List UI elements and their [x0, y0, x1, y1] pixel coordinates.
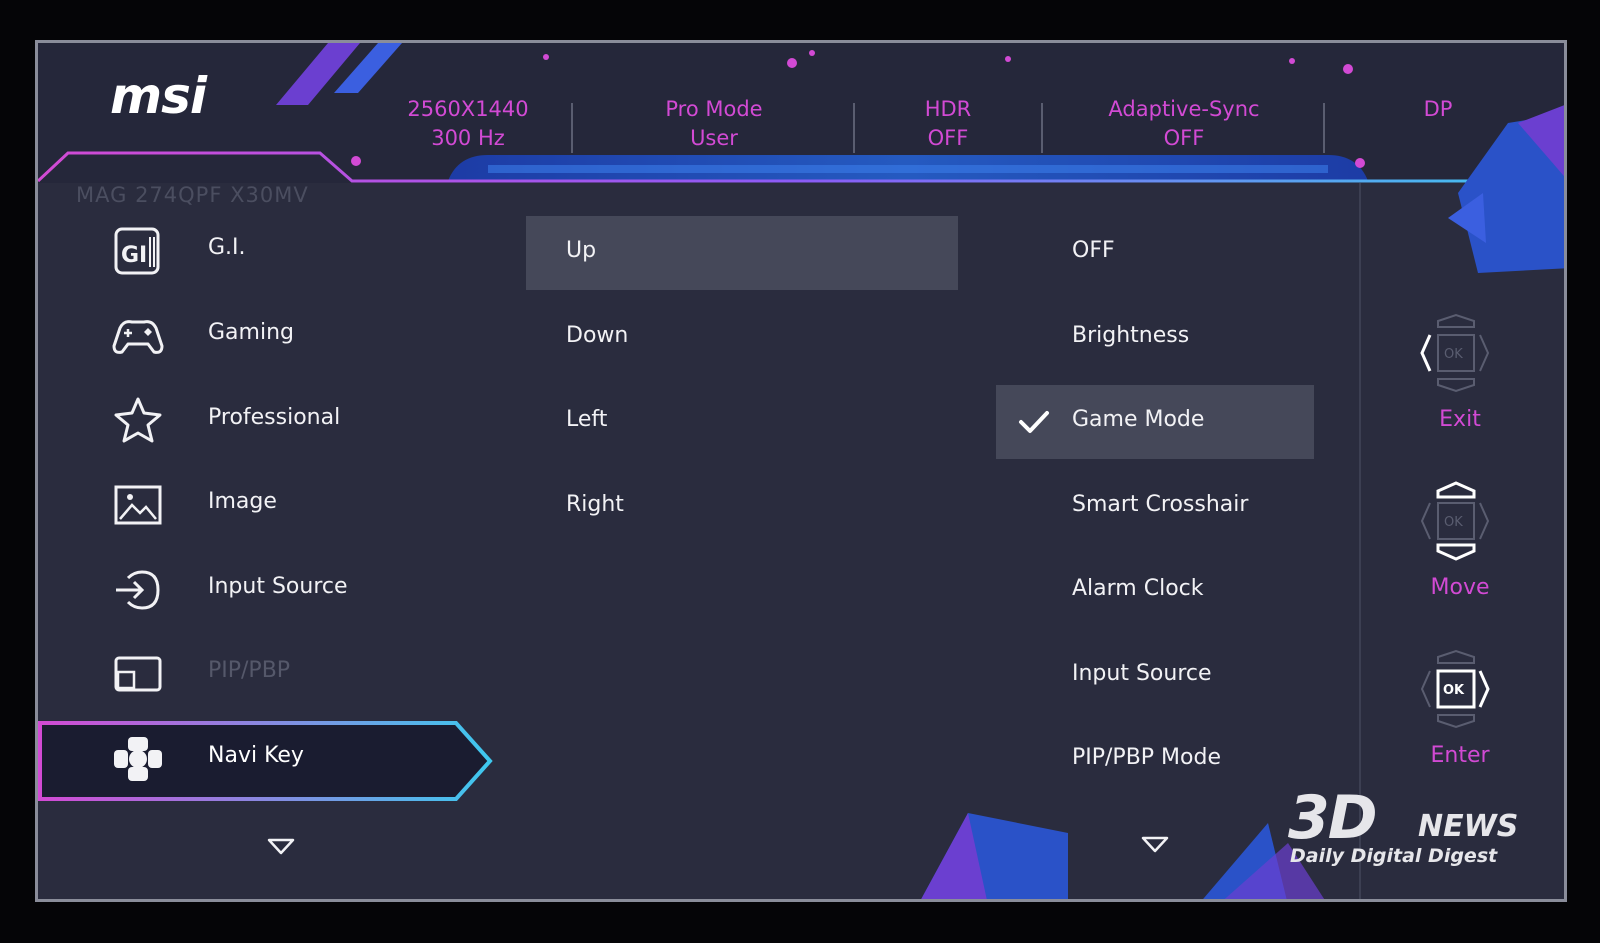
status-hdr: HDR OFF	[888, 95, 1008, 153]
svg-text:GI: GI	[121, 243, 147, 268]
model-name: MAG 274QPF X30MV	[76, 183, 309, 207]
menu-item-label: PIP/PBP	[208, 658, 291, 683]
status-mode-value: User	[690, 126, 738, 150]
option-input-source[interactable]: Input Source	[996, 639, 1314, 713]
joystick-press-icon: OK	[1420, 649, 1490, 729]
option-off[interactable]: OFF	[996, 216, 1314, 290]
nav-hint-label: Move	[1430, 575, 1490, 600]
option-label: PIP/PBP Mode	[1072, 745, 1221, 770]
option-label: Game Mode	[1072, 407, 1205, 432]
image-icon	[114, 485, 162, 525]
watermark-news: NEWS	[1418, 809, 1519, 844]
svg-text:OK: OK	[1444, 347, 1463, 362]
status-adaptive-sync-value: OFF	[1163, 126, 1205, 150]
status-resolution: 2560X1440 300 Hz	[398, 95, 538, 153]
osd-screen: msi 2560X1440 300 Hz Pro Mode User HDR O…	[35, 40, 1567, 902]
submenu-item-label: Left	[566, 407, 608, 432]
status-hdr-title: HDR	[924, 97, 972, 121]
menu-item-label: Gaming	[208, 320, 294, 345]
option-brightness[interactable]: Brightness	[996, 301, 1314, 375]
scroll-down-icon[interactable]	[266, 837, 296, 857]
menu-item-label: Professional	[208, 405, 341, 430]
menu-item-gaming[interactable]: Gaming	[74, 298, 494, 374]
option-label: Input Source	[1072, 661, 1212, 686]
menu-item-label: Input Source	[208, 574, 348, 599]
gamepad-icon	[112, 320, 164, 354]
status-adaptive-sync-title: Adaptive-Sync	[1108, 97, 1260, 121]
option-label: Brightness	[1072, 323, 1190, 348]
pip-icon	[114, 656, 162, 692]
status-resolution-value: 2560X1440	[407, 97, 529, 121]
checkmark-icon	[1019, 411, 1049, 433]
status-mode-title: Pro Mode	[665, 97, 763, 121]
menu-item-professional[interactable]: Professional	[74, 383, 494, 459]
option-label: Smart Crosshair	[1072, 492, 1249, 517]
status-input: DP	[1398, 95, 1478, 124]
status-input-value: DP	[1423, 97, 1453, 121]
submenu-item-label: Up	[566, 238, 597, 263]
menu-item-pip-pbp[interactable]: PIP/PBP	[74, 636, 494, 712]
status-adaptive-sync: Adaptive-Sync OFF	[1094, 95, 1274, 153]
joystick-updown-icon: OK	[1420, 481, 1490, 561]
gi-icon: GI	[114, 227, 160, 275]
submenu-item-label: Right	[566, 492, 624, 517]
menu-item-image[interactable]: Image	[74, 467, 494, 543]
menu-item-label: Image	[208, 489, 277, 514]
submenu-item-down[interactable]: Down	[526, 301, 958, 375]
menu-item-gi[interactable]: GI G.I.	[74, 213, 494, 289]
status-mode: Pro Mode User	[644, 95, 784, 153]
menu-item-navi-key[interactable]: Navi Key	[74, 721, 494, 797]
submenu-item-left[interactable]: Left	[526, 385, 958, 459]
joystick-left-icon: OK	[1420, 313, 1490, 393]
option-label: Alarm Clock	[1072, 576, 1204, 601]
watermark-subtitle: Daily Digital Digest	[1290, 845, 1498, 867]
submenu-item-label: Down	[566, 323, 629, 348]
option-label: OFF	[1072, 238, 1115, 263]
submenu-item-up[interactable]: Up	[526, 216, 958, 290]
watermark-3d: 3D	[1288, 783, 1378, 853]
option-pip-pbp-mode[interactable]: PIP/PBP Mode	[996, 723, 1314, 797]
3dnews-watermark: 3D NEWS Daily Digital Digest	[1288, 783, 1538, 873]
menu-item-label: Navi Key	[208, 743, 304, 768]
scroll-down-icon[interactable]	[1140, 835, 1170, 855]
menu-item-label: G.I.	[208, 235, 246, 260]
option-alarm-clock[interactable]: Alarm Clock	[996, 554, 1314, 628]
submenu-item-right[interactable]: Right	[526, 470, 958, 544]
status-hdr-value: OFF	[927, 126, 969, 150]
input-source-icon	[116, 570, 160, 610]
navi-key-icon	[114, 737, 162, 781]
star-icon	[114, 397, 162, 443]
msi-logo: msi	[110, 67, 207, 125]
menu-item-input-source[interactable]: Input Source	[74, 552, 494, 628]
nav-hint-label: Exit	[1439, 407, 1481, 432]
option-game-mode[interactable]: Game Mode	[996, 385, 1314, 459]
svg-text:OK: OK	[1444, 515, 1463, 530]
status-refresh-rate: 300 Hz	[431, 126, 505, 150]
svg-text:OK: OK	[1443, 683, 1465, 698]
nav-hint-label: Enter	[1430, 743, 1490, 768]
option-smart-crosshair[interactable]: Smart Crosshair	[996, 470, 1314, 544]
